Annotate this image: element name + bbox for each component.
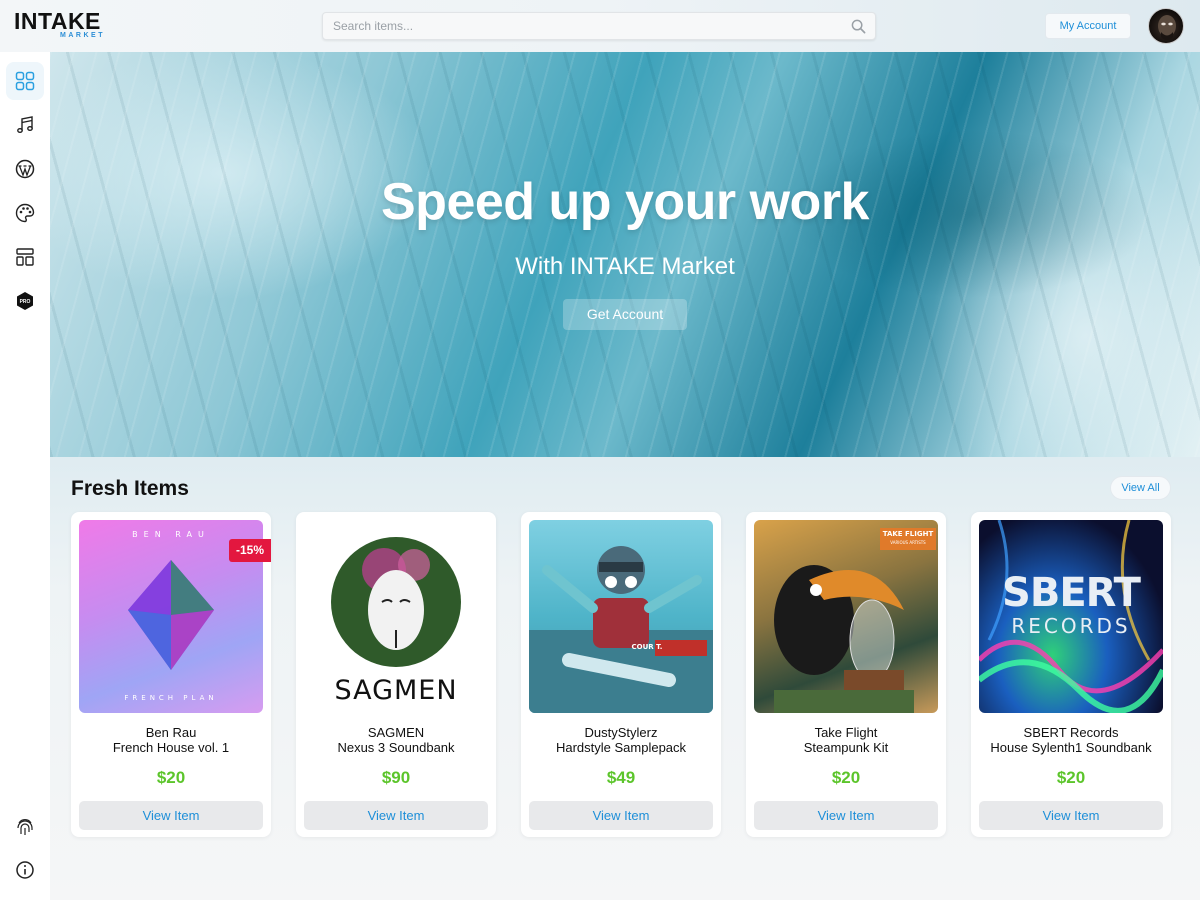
- cover-subtitle-text: VARIOUS ARTISTS: [890, 540, 926, 545]
- logo-subtext: MARKET: [60, 32, 105, 39]
- hero-subtitle: With INTAKE Market: [515, 253, 735, 280]
- cover-label: TAKE FLIGHT VARIOUS ARTISTS: [880, 528, 936, 550]
- product-cover[interactable]: SAGMEN: [304, 520, 488, 713]
- fresh-items-section: Fresh Items View All BEN RAU FRENCH PLAN…: [50, 457, 1200, 900]
- product-title: House Sylenth1 Soundbank: [990, 740, 1152, 755]
- product-cover[interactable]: TAKE FLIGHT VARIOUS ARTISTS: [754, 520, 938, 713]
- sidebar-item-design[interactable]: [6, 194, 44, 232]
- top-header: INTAKE MARKET My Account: [0, 0, 1200, 52]
- product-price: $90: [381, 768, 411, 787]
- palette-icon: [15, 203, 35, 223]
- product-title: Steampunk Kit: [803, 740, 889, 755]
- search-input[interactable]: [333, 13, 843, 39]
- cover-title-text: TAKE FLIGHT: [882, 530, 934, 538]
- product-title: Nexus 3 Soundbank: [337, 740, 455, 755]
- search-icon[interactable]: [851, 19, 866, 34]
- view-item-button[interactable]: View Item: [529, 801, 713, 830]
- layout-icon: [16, 248, 34, 266]
- avatar[interactable]: [1148, 8, 1184, 44]
- product-artist: SAGMEN: [367, 725, 425, 740]
- product-title: Hardstyle Samplepack: [555, 740, 687, 755]
- sidebar-item-wordpress[interactable]: [6, 150, 44, 188]
- svg-text:PRO: PRO: [20, 299, 31, 305]
- product-card[interactable]: BEN RAU FRENCH PLAN -15% Ben Rau French …: [71, 512, 271, 837]
- sidebar: PRO: [0, 52, 50, 900]
- discount-badge: -15%: [229, 539, 271, 562]
- product-title: French House vol. 1: [112, 740, 230, 755]
- search-bar: [322, 12, 876, 40]
- grid-icon: [15, 71, 35, 91]
- product-artist: Ben Rau: [145, 725, 197, 740]
- logo-text: INTAKE: [14, 8, 101, 34]
- cover-subtitle-text: RECORDS: [1011, 614, 1131, 638]
- get-account-button[interactable]: Get Account: [563, 299, 687, 330]
- product-price: $20: [156, 768, 186, 787]
- product-price: $20: [1056, 768, 1086, 787]
- music-note-icon: [17, 116, 33, 133]
- product-card[interactable]: SAGMEN SAGMEN Nexus 3 Soundbank $90 View…: [296, 512, 496, 837]
- product-price: $49: [606, 768, 636, 787]
- product-price: $20: [831, 768, 861, 787]
- product-artist: SBERT Records: [1023, 725, 1119, 740]
- view-item-button[interactable]: View Item: [979, 801, 1163, 830]
- product-cover[interactable]: SBERT RECORDS: [979, 520, 1163, 713]
- sidebar-item-fingerprint[interactable]: [6, 808, 44, 846]
- fingerprint-icon: [17, 819, 33, 835]
- sidebar-item-info[interactable]: [6, 851, 44, 889]
- pro-badge-icon: PRO: [17, 292, 33, 310]
- product-card[interactable]: TAKE FLIGHT VARIOUS ARTISTS Take Flight …: [746, 512, 946, 837]
- product-cover[interactable]: COUR T.: [529, 520, 713, 713]
- product-card[interactable]: SBERT RECORDS SBERT Records House Sylent…: [971, 512, 1171, 837]
- hero-title: Speed up your work: [381, 173, 869, 231]
- sidebar-item-pro[interactable]: PRO: [6, 282, 44, 320]
- skater-art-icon: [529, 546, 713, 713]
- info-icon: [16, 861, 34, 879]
- my-account-button[interactable]: My Account: [1045, 13, 1131, 39]
- view-all-button[interactable]: View All: [1110, 476, 1171, 500]
- product-artist: Take Flight: [814, 725, 878, 740]
- cover-bottom-text: FRENCH PLAN: [124, 694, 218, 702]
- sidebar-item-dashboard[interactable]: [6, 62, 44, 100]
- cover-title-text: SBERT: [1002, 570, 1141, 616]
- view-item-button[interactable]: View Item: [79, 801, 263, 830]
- product-artist: DustyStylerz: [584, 725, 658, 740]
- hero-banner: Speed up your work With INTAKE Market Ge…: [50, 52, 1200, 457]
- cover-title-text: COUR T.: [631, 643, 663, 651]
- avatar-portrait-icon: [1158, 15, 1176, 40]
- logo[interactable]: INTAKE MARKET: [14, 9, 108, 43]
- section-title: Fresh Items: [71, 477, 189, 500]
- sidebar-item-music[interactable]: [6, 106, 44, 144]
- sidebar-item-templates[interactable]: [6, 238, 44, 276]
- view-item-button[interactable]: View Item: [754, 801, 938, 830]
- wordpress-icon: [15, 159, 35, 179]
- product-card[interactable]: COUR T. DustyStylerz Hardstyle Samplepac…: [521, 512, 721, 837]
- cover-title-text: SAGMEN: [334, 675, 458, 706]
- view-item-button[interactable]: View Item: [304, 801, 488, 830]
